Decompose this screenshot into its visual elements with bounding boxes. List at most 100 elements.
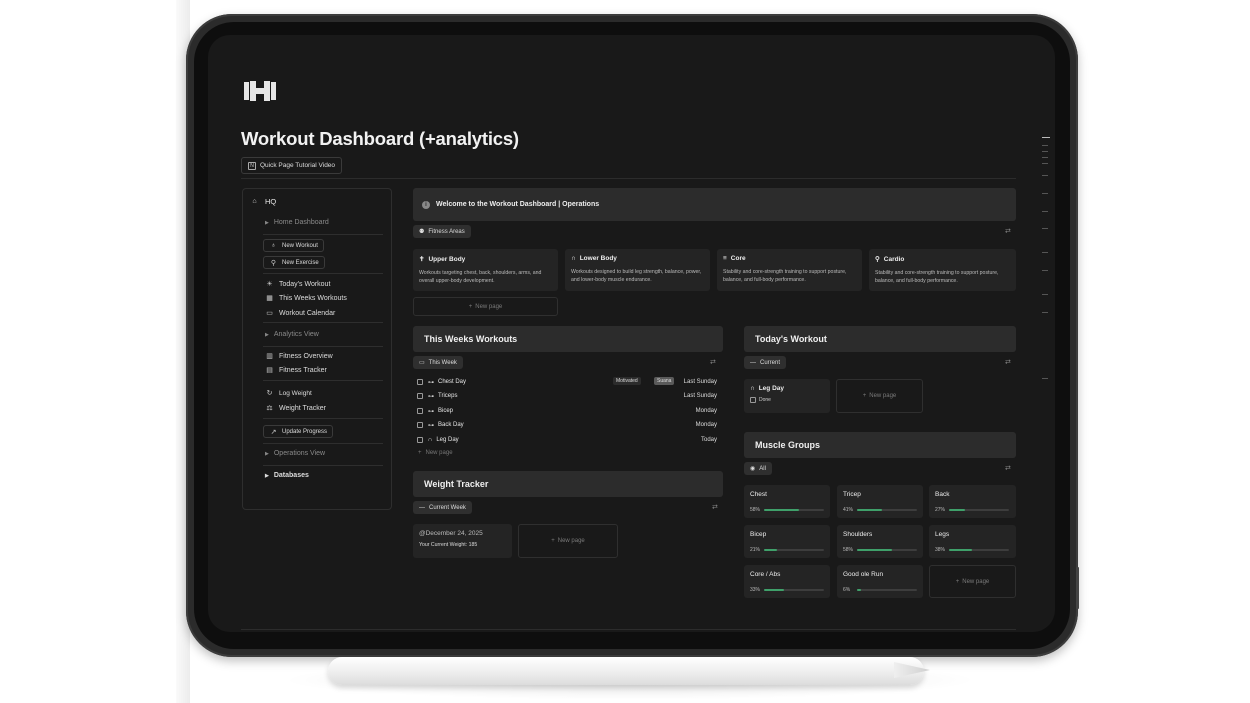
checkbox[interactable] xyxy=(417,393,423,399)
plus-icon: + xyxy=(955,578,960,585)
progress-fill xyxy=(857,549,892,551)
fitness-area-card[interactable]: ≡ Core Stability and core-strength traini… xyxy=(717,249,862,291)
stylus-pencil xyxy=(328,657,924,685)
tutorial-video-label: Quick Page Tutorial Video xyxy=(260,162,336,169)
weight-new-page-button[interactable]: + New page xyxy=(518,524,618,558)
calendar-week-icon: ▦ xyxy=(266,295,273,302)
checkbox[interactable] xyxy=(417,422,423,428)
tag-badge: Motivated xyxy=(613,377,641,385)
progress-bar xyxy=(764,509,824,511)
this-week-view-tab[interactable]: ▭ This Week xyxy=(413,356,463,369)
progress-bar xyxy=(857,589,917,591)
workout-row[interactable]: ∩ Leg Day Today xyxy=(417,434,717,446)
muscle-group-card[interactable]: Bicep 21% xyxy=(744,525,830,558)
fitness-area-card[interactable]: ⚲ Cardio Stability and core-strength trai… xyxy=(869,249,1016,291)
muscle-group-card[interactable]: Shoulders 58% xyxy=(837,525,923,558)
muscle-group-card[interactable]: Back 27% xyxy=(929,485,1016,518)
link-fitness-tracker[interactable]: ▤ Fitness Tracker xyxy=(265,366,327,375)
muscle-group-card[interactable]: Legs 38% xyxy=(929,525,1016,558)
dash-icon: — xyxy=(419,504,425,511)
new-exercise-button[interactable]: ⚲ New Exercise xyxy=(263,256,325,269)
swap-icon[interactable]: ⇄ xyxy=(1005,227,1011,235)
swap-icon[interactable]: ⇄ xyxy=(712,503,718,511)
current-week-view-tab[interactable]: — Current Week xyxy=(413,501,472,514)
welcome-callout: i Welcome to the Workout Dashboard | Ope… xyxy=(413,188,1016,221)
link-todays-workout[interactable]: ☀ Today's Workout xyxy=(265,280,330,289)
fitness-areas-new-page-button[interactable]: + New page xyxy=(413,297,558,316)
new-workout-button[interactable]: ♁ New Workout xyxy=(263,239,324,252)
sidebar-divider xyxy=(263,273,383,274)
sidebar-divider xyxy=(263,234,383,235)
this-weeks-workouts-header: This Weeks Workouts xyxy=(413,326,723,352)
tutorial-video-button[interactable]: N Quick Page Tutorial Video xyxy=(241,157,343,174)
menu-icon: ≡ xyxy=(723,255,727,262)
muscle-group-card[interactable]: Tricep 41% xyxy=(837,485,923,518)
hq-sidebar: ⌂ HQ ▶ Home Dashboard ♁ New Workout ⚲ New E… xyxy=(242,188,392,510)
weight-tracker-header: Weight Tracker xyxy=(413,471,723,497)
link-this-weeks-workouts[interactable]: ▦ This Weeks Workouts xyxy=(265,294,347,303)
mockup-stage: Workout Dashboard (+analytics) N Quick P… xyxy=(0,0,1250,703)
sidebar-divider xyxy=(263,443,383,444)
update-progress-button[interactable]: ↗ Update Progress xyxy=(263,425,334,438)
fitness-area-card[interactable]: ✝ Upper Body Workouts targeting chest, ba… xyxy=(413,249,558,291)
swap-icon[interactable]: ⇄ xyxy=(1005,358,1011,366)
checkbox[interactable] xyxy=(417,437,423,443)
date-label: Last Sunday xyxy=(683,379,717,385)
checkbox[interactable] xyxy=(417,379,423,385)
current-view-tab[interactable]: — Current xyxy=(744,356,787,369)
page-outline-rail[interactable] xyxy=(1042,135,1052,385)
date-label: Monday xyxy=(695,408,717,414)
muscle-group-card[interactable]: Chest 58% xyxy=(744,485,830,518)
weight-entry-card[interactable]: @December 24, 2025 Your Current Weight: … xyxy=(413,524,512,558)
tablet-side-button xyxy=(1076,567,1079,609)
workouts-new-page-button[interactable]: + New page xyxy=(418,450,453,456)
todays-workout-new-page-button[interactable]: + New page xyxy=(836,379,923,413)
hq-heading: ⌂ HQ xyxy=(250,197,276,206)
plus-icon: + xyxy=(551,538,555,544)
progress-bar xyxy=(857,549,917,551)
page-title: Workout Dashboard (+analytics) xyxy=(241,128,519,149)
progress-bar xyxy=(764,589,824,591)
fitness-area-card[interactable]: ∩ Lower Body Workouts designed to build l… xyxy=(565,249,710,291)
all-view-tab[interactable]: ◉ All xyxy=(744,462,772,475)
muscle-group-card[interactable]: Core / Abs 33% xyxy=(744,565,830,598)
swap-icon[interactable]: ⇄ xyxy=(710,358,716,366)
triangle-right-icon: ▶ xyxy=(265,450,269,457)
toggle-operations-view[interactable]: ▶ Operations View xyxy=(265,450,325,457)
progress-fill xyxy=(857,589,861,591)
divider xyxy=(241,629,1016,630)
toggle-databases[interactable]: ▶ Databases xyxy=(265,472,309,479)
workout-row[interactable]: ⊶ Back Day Monday xyxy=(417,419,717,431)
progress-bar xyxy=(857,509,917,511)
link-workout-calendar[interactable]: ▭ Workout Calendar xyxy=(265,309,335,318)
calendar-icon: ▭ xyxy=(419,360,425,366)
bar-chart-icon: ▤ xyxy=(266,367,273,374)
notion-icon: N xyxy=(248,161,256,170)
dumbbell-logo-icon xyxy=(244,81,276,101)
muscle-group-card[interactable]: Good ole Run 6% xyxy=(837,565,923,598)
workout-row[interactable]: ⊶ Triceps Last Sunday xyxy=(417,390,717,402)
progress-fill xyxy=(949,549,972,551)
muscle-groups-new-page-button[interactable]: + New page xyxy=(929,565,1016,598)
sidebar-divider xyxy=(263,346,383,347)
progress-fill xyxy=(857,509,882,511)
sidebar-divider xyxy=(263,465,383,466)
todays-workout-card[interactable]: ∩ Leg Day Done xyxy=(744,379,830,413)
calendar-icon: ▭ xyxy=(266,310,273,317)
toggle-analytics-view[interactable]: ▶ Analytics View xyxy=(265,331,319,338)
log-weight-button[interactable]: ↻ Log Weight xyxy=(265,389,312,398)
sidebar-divider xyxy=(263,418,383,419)
chart-icon: ▥ xyxy=(266,353,273,360)
link-fitness-overview[interactable]: ▥ Fitness Overview xyxy=(265,352,333,361)
workout-row[interactable]: ⊶ Bicep Monday xyxy=(417,405,717,417)
fitness-areas-view-tab[interactable]: ⚉ Fitness Areas xyxy=(413,225,471,238)
done-checkbox[interactable] xyxy=(750,397,756,403)
swap-icon[interactable]: ⇄ xyxy=(1005,464,1011,472)
link-weight-tracker[interactable]: ⚖ Weight Tracker xyxy=(265,404,326,413)
home-icon: ⌂ xyxy=(252,198,257,205)
checkbox[interactable] xyxy=(417,408,423,414)
workout-row[interactable]: ⊶ Chest Day Motivated Suana Last Sunday xyxy=(417,376,717,388)
toggle-home-dashboard[interactable]: ▶ Home Dashboard xyxy=(265,219,329,226)
dumbbell-icon: ⊶ xyxy=(428,422,434,429)
notion-screen: Workout Dashboard (+analytics) N Quick P… xyxy=(208,35,1055,632)
